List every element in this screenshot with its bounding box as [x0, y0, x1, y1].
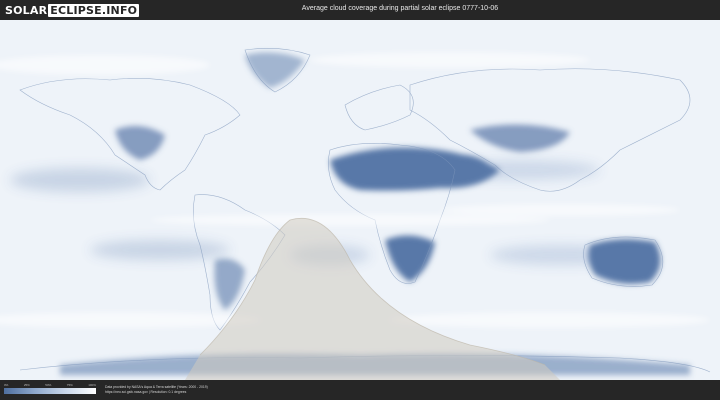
map-title: Average cloud coverage during partial so…	[301, 5, 499, 12]
legend-tick-0: 0%	[4, 383, 9, 387]
legend-tick-75: 75%	[66, 383, 73, 387]
site-logo[interactable]: SOLAR ECLIPSE.INFO	[5, 3, 140, 17]
legend-tick-25: 25%	[23, 383, 30, 387]
data-credit: Data provided by NASA's Aqua & Terra sat…	[105, 385, 208, 395]
world-map-svg	[0, 20, 720, 380]
legend-ticks: 0% 25% 50% 75% 100%	[4, 383, 96, 387]
credit-line-2: https://neo.sci.gsfc.nasa.gov | Resoluti…	[105, 390, 187, 394]
cloud-coverage-legend: 0% 25% 50% 75% 100%	[4, 383, 96, 394]
legend-gradient-bar	[4, 388, 96, 394]
logo-solar: SOLAR	[5, 3, 48, 17]
cloud-coverage-map	[0, 20, 720, 380]
logo-eclipse-info: ECLIPSE.INFO	[48, 3, 140, 17]
footer-bar: 0% 25% 50% 75% 100% Data provided by NAS…	[0, 380, 720, 400]
legend-tick-100: 100%	[88, 383, 96, 387]
header-bar: SOLAR ECLIPSE.INFO Average cloud coverag…	[0, 0, 720, 20]
legend-tick-50: 50%	[45, 383, 52, 387]
